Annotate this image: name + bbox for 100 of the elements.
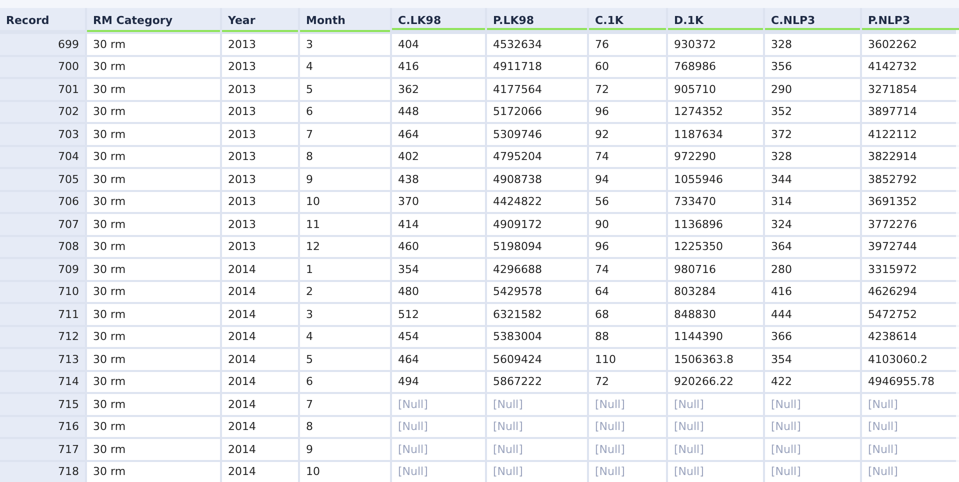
- null-cell: [Null]: [487, 394, 587, 414]
- table-cell: 4424822: [487, 192, 587, 212]
- table-cell: 1225350: [668, 236, 763, 257]
- table-cell: 1274352: [668, 102, 763, 122]
- table-cell: 280: [765, 259, 860, 280]
- table-cell: 2014: [222, 282, 298, 302]
- record-number: 716: [0, 416, 85, 437]
- table-cell: 4532634: [487, 34, 587, 54]
- table-cell: 7: [300, 394, 390, 414]
- table-cell: 72: [589, 79, 666, 100]
- table-cell: 30 rm: [87, 102, 220, 122]
- table-cell: 4795204: [487, 146, 587, 167]
- table-cell: 6: [300, 372, 390, 392]
- table-cell: 2: [300, 282, 390, 302]
- table-cell: 96: [589, 102, 666, 122]
- table-cell: 56: [589, 192, 666, 212]
- column-header[interactable]: RM Category: [87, 8, 220, 32]
- column-header[interactable]: C.LK98: [392, 8, 485, 30]
- table-cell: 2014: [222, 349, 298, 370]
- table-cell: 2014: [222, 394, 298, 414]
- table-cell: 328: [765, 146, 860, 167]
- table-cell: 3897714: [862, 102, 959, 122]
- table-cell: 930372: [668, 34, 763, 54]
- column-header[interactable]: C.1K: [589, 8, 666, 30]
- table-cell: 5: [300, 349, 390, 370]
- table-cell: 1506363.8: [668, 349, 763, 370]
- null-cell: [Null]: [668, 416, 763, 437]
- null-cell: [Null]: [589, 439, 666, 460]
- record-number: 699: [0, 34, 85, 54]
- table-cell: 362: [392, 79, 485, 100]
- table-cell: 90: [589, 214, 666, 234]
- table-cell: 94: [589, 169, 666, 190]
- table-cell: 366: [765, 326, 860, 347]
- table-cell: 30 rm: [87, 282, 220, 302]
- table-cell: 2013: [222, 79, 298, 100]
- table-cell: 4296688: [487, 259, 587, 280]
- table-cell: 5609424: [487, 349, 587, 370]
- table-cell: 733470: [668, 192, 763, 212]
- table-cell: 480: [392, 282, 485, 302]
- table-cell: 30 rm: [87, 349, 220, 370]
- table-cell: 3315972: [862, 259, 959, 280]
- table-cell: 3972744: [862, 236, 959, 257]
- table-cell: 414: [392, 214, 485, 234]
- table-cell: 4908738: [487, 169, 587, 190]
- table-cell: 4909172: [487, 214, 587, 234]
- table-cell: 30 rm: [87, 462, 220, 482]
- table-cell: 4946955.78: [862, 372, 959, 392]
- table-cell: 30 rm: [87, 416, 220, 437]
- null-cell: [Null]: [765, 462, 860, 482]
- record-number: 714: [0, 372, 85, 392]
- table-cell: 10: [300, 462, 390, 482]
- table-cell: 4626294: [862, 282, 959, 302]
- table-cell: 74: [589, 259, 666, 280]
- column-header[interactable]: Year: [222, 8, 298, 32]
- null-cell: [Null]: [589, 394, 666, 414]
- column-header[interactable]: C.NLP3: [765, 8, 860, 30]
- record-number: 718: [0, 462, 85, 482]
- table-cell: 290: [765, 79, 860, 100]
- table-cell: 2014: [222, 462, 298, 482]
- table-cell: 10: [300, 192, 390, 212]
- table-cell: 3271854: [862, 79, 959, 100]
- table-cell: 1144390: [668, 326, 763, 347]
- table-cell: 1136896: [668, 214, 763, 234]
- null-cell: [Null]: [668, 462, 763, 482]
- table-cell: 352: [765, 102, 860, 122]
- table-cell: 2013: [222, 124, 298, 144]
- table-cell: 416: [392, 56, 485, 77]
- table-cell: 5472752: [862, 304, 959, 324]
- null-cell: [Null]: [392, 462, 485, 482]
- table-cell: 30 rm: [87, 236, 220, 257]
- table-cell: 2013: [222, 34, 298, 54]
- table-cell: 972290: [668, 146, 763, 167]
- table-cell: 96: [589, 236, 666, 257]
- null-cell: [Null]: [862, 394, 959, 414]
- table-cell: 6: [300, 102, 390, 122]
- column-header[interactable]: Record: [0, 8, 85, 30]
- table-cell: 5383004: [487, 326, 587, 347]
- table-cell: 356: [765, 56, 860, 77]
- column-header[interactable]: Month: [300, 8, 390, 32]
- table-cell: 2013: [222, 102, 298, 122]
- table-cell: 7: [300, 124, 390, 144]
- table-cell: 3852792: [862, 169, 959, 190]
- column-header[interactable]: P.NLP3: [862, 8, 959, 30]
- table-cell: 2013: [222, 214, 298, 234]
- table-cell: 8: [300, 146, 390, 167]
- table-cell: 2013: [222, 146, 298, 167]
- table-cell: 464: [392, 349, 485, 370]
- record-number: 711: [0, 304, 85, 324]
- column-header[interactable]: D.1K: [668, 8, 763, 30]
- table-cell: 5172066: [487, 102, 587, 122]
- column-header[interactable]: P.LK98: [487, 8, 587, 30]
- table-cell: 72: [589, 372, 666, 392]
- table-cell: 6321582: [487, 304, 587, 324]
- table-cell: 848830: [668, 304, 763, 324]
- table-cell: 12: [300, 236, 390, 257]
- table-cell: 3602262: [862, 34, 959, 54]
- table-cell: 980716: [668, 259, 763, 280]
- table-cell: 4911718: [487, 56, 587, 77]
- table-cell: 30 rm: [87, 192, 220, 212]
- table-cell: 1055946: [668, 169, 763, 190]
